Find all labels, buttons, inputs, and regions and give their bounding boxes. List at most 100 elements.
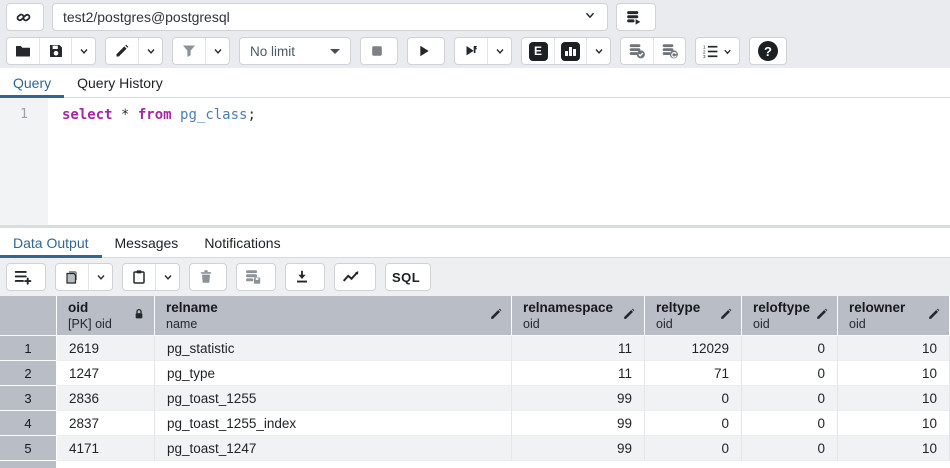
cell-relnamespace[interactable]: 99 <box>512 411 645 436</box>
column-header-oid[interactable]: oid [PK] oid <box>57 296 155 336</box>
grid-corner-cell[interactable] <box>0 296 57 336</box>
cell-oid[interactable]: 2619 <box>57 336 155 361</box>
cell-relnamespace[interactable]: 99 <box>512 436 645 461</box>
cell-relnamespace[interactable]: 11 <box>512 336 645 361</box>
connection-status-button[interactable] <box>7 4 39 30</box>
cell-oid[interactable]: 2837 <box>57 411 155 436</box>
table-row: 5 4171 pg_toast_1247 99 0 0 10 <box>0 436 950 461</box>
cell-oid[interactable]: 1247 <box>57 361 155 386</box>
tab-notifications[interactable]: Notifications <box>191 228 293 257</box>
cell-reltype[interactable]: 12029 <box>645 336 742 361</box>
macros-menu-button[interactable]: 1 2 3 <box>696 38 739 64</box>
edit-menu-dropdown[interactable] <box>138 38 162 64</box>
filter-options-dropdown[interactable] <box>205 38 229 64</box>
stop-square-icon <box>369 43 385 59</box>
table-row: 4 2837 pg_toast_1255_index 99 0 0 10 <box>0 411 950 436</box>
row-number[interactable]: 2 <box>0 361 57 386</box>
edit-pencil-icon[interactable] <box>815 307 829 324</box>
cancel-query-button[interactable] <box>361 38 393 64</box>
row-number[interactable]: 1 <box>0 336 57 361</box>
column-header-reloftype[interactable]: reloftype oid <box>742 296 838 336</box>
cell-oid[interactable]: 2836 <box>57 386 155 411</box>
query-panel-tabs: Query Query History <box>0 68 950 98</box>
cell-oid[interactable]: 4171 <box>57 436 155 461</box>
column-subtitle: oid <box>656 316 719 332</box>
paste-options-dropdown[interactable] <box>155 264 179 290</box>
help-button[interactable]: ? <box>749 37 787 65</box>
row-number[interactable]: 5 <box>0 436 57 461</box>
explain-button[interactable]: E <box>522 38 554 64</box>
cell-reltype[interactable]: 0 <box>645 411 742 436</box>
tab-messages[interactable]: Messages <box>102 228 192 257</box>
chevron-down-icon <box>145 45 157 57</box>
commit-button[interactable] <box>621 38 653 64</box>
new-query-tool-connection-button[interactable] <box>617 4 649 30</box>
cell-reltype[interactable]: 0 <box>645 386 742 411</box>
row-number[interactable]: 4 <box>0 411 57 436</box>
column-header-relname[interactable]: relname name <box>155 296 512 336</box>
sql-editor[interactable]: 1 select * from pg_class; <box>0 98 950 225</box>
edit-menu-button[interactable] <box>106 38 138 64</box>
execute-options-dropdown[interactable] <box>487 38 511 64</box>
add-row-button[interactable] <box>7 264 39 290</box>
cell-relname[interactable]: pg_type <box>155 361 512 386</box>
edit-pencil-icon[interactable] <box>719 307 733 324</box>
cell-reloftype[interactable]: 0 <box>742 361 838 386</box>
cell-relowner[interactable]: 10 <box>838 411 950 436</box>
column-header-relnamespace[interactable]: relnamespace oid <box>512 296 645 336</box>
edit-pencil-icon[interactable] <box>489 307 503 324</box>
cell-reloftype[interactable]: 0 <box>742 436 838 461</box>
rollback-button[interactable] <box>653 38 685 64</box>
graph-visualiser-button[interactable] <box>335 264 367 290</box>
cell-reloftype[interactable]: 0 <box>742 411 838 436</box>
delete-row-button[interactable] <box>190 264 222 290</box>
cell-relowner[interactable]: 10 <box>838 436 950 461</box>
save-options-dropdown[interactable] <box>71 38 95 64</box>
row-number[interactable]: 3 <box>0 386 57 411</box>
cell-relname[interactable]: pg_toast_1247 <box>155 436 512 461</box>
copy-button[interactable] <box>56 264 88 290</box>
tab-data-output[interactable]: Data Output <box>0 228 102 257</box>
row-limit-select[interactable]: No limit <box>239 37 351 65</box>
cell-relnamespace[interactable]: 99 <box>512 386 645 411</box>
tab-query[interactable]: Query <box>0 68 64 97</box>
cell-relowner[interactable]: 10 <box>838 386 950 411</box>
save-file-button[interactable] <box>39 38 71 64</box>
filter-button[interactable] <box>173 38 205 64</box>
column-header-relowner[interactable]: relowner oid <box>838 296 950 336</box>
cell-relname[interactable]: pg_toast_1255 <box>155 386 512 411</box>
cell-reltype[interactable]: 0 <box>645 436 742 461</box>
download-results-button[interactable] <box>286 264 318 290</box>
cell-relname[interactable]: pg_toast_1255_index <box>155 411 512 436</box>
explain-analyze-button[interactable] <box>554 38 586 64</box>
column-header-reltype[interactable]: reltype oid <box>645 296 742 336</box>
cell-relowner[interactable]: 10 <box>838 361 950 386</box>
cell-reloftype[interactable]: 0 <box>742 336 838 361</box>
row-limit-value: No limit <box>250 44 295 59</box>
column-name: relnamespace <box>523 300 622 316</box>
tab-query-history[interactable]: Query History <box>64 68 176 97</box>
edit-pencil-icon[interactable] <box>622 307 636 324</box>
edit-pencil-icon[interactable] <box>927 307 941 324</box>
show-sql-button[interactable]: SQL <box>386 264 426 290</box>
copy-options-dropdown[interactable] <box>88 264 112 290</box>
sql-code-line[interactable]: select * from pg_class; <box>48 98 950 225</box>
database-rollback-icon <box>661 42 679 60</box>
plug-connection-icon <box>15 9 32 26</box>
execute-query-button[interactable] <box>408 38 440 64</box>
cell-reloftype[interactable]: 0 <box>742 386 838 411</box>
select-arrow-icon <box>330 49 340 54</box>
column-subtitle: oid <box>753 316 815 332</box>
paste-button[interactable] <box>123 264 155 290</box>
explain-options-dropdown[interactable] <box>586 38 610 64</box>
cell-relowner[interactable]: 10 <box>838 336 950 361</box>
execute-to-cursor-button[interactable] <box>455 38 487 64</box>
sql-token: select <box>62 107 113 123</box>
cell-relname[interactable]: pg_statistic <box>155 336 512 361</box>
cell-relnamespace[interactable]: 11 <box>512 361 645 386</box>
save-data-changes-button[interactable] <box>237 264 269 290</box>
database-play-icon <box>625 9 642 26</box>
connection-select[interactable]: test2/postgres@postgresql <box>52 3 608 31</box>
open-file-button[interactable] <box>7 38 39 64</box>
cell-reltype[interactable]: 71 <box>645 361 742 386</box>
